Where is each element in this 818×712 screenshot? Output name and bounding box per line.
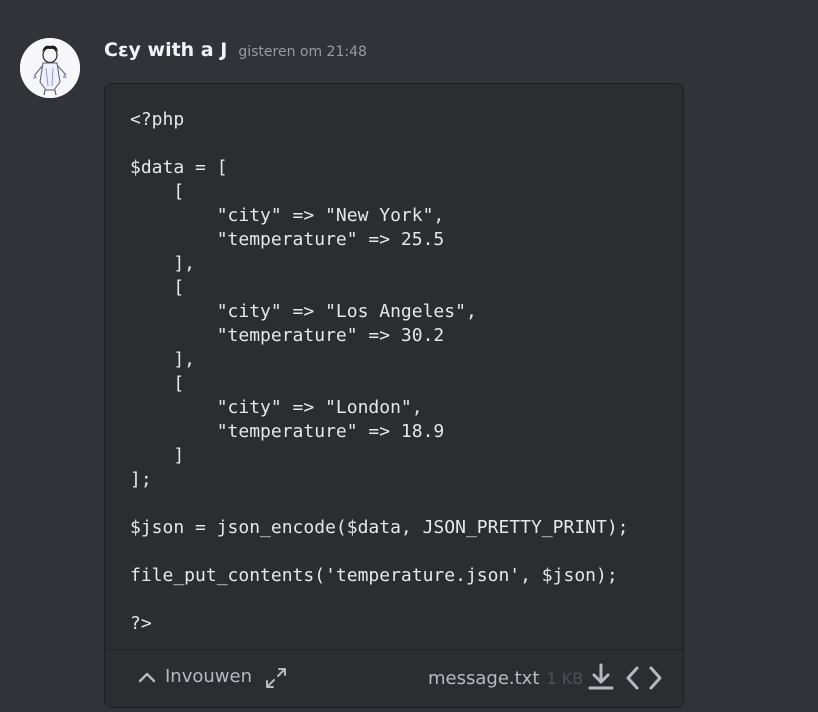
avatar[interactable]: [20, 38, 80, 98]
file-meta: message.txt 1 KB: [428, 668, 583, 689]
chat-message-view: Cεy with a J gisteren om 21:48 <?php $da…: [0, 0, 818, 712]
expand-arrows-icon[interactable]: [265, 667, 287, 689]
download-icon[interactable]: [587, 662, 615, 694]
file-name[interactable]: message.txt: [428, 668, 539, 689]
collapse-label: Invouwen: [165, 666, 252, 687]
file-attachment: <?php $data = [ [ "city" => "New York", …: [104, 83, 684, 708]
chevron-up-icon: [138, 672, 156, 682]
timestamp[interactable]: gisteren om 21:48: [238, 44, 367, 60]
collapse-button[interactable]: Invouwen: [137, 666, 252, 687]
code-preview[interactable]: <?php $data = [ [ "city" => "New York", …: [130, 108, 629, 636]
file-size: 1 KB: [546, 669, 584, 688]
code-brackets-icon[interactable]: [625, 664, 663, 692]
username[interactable]: Cεy with a J: [104, 39, 227, 61]
attachment-footer: Invouwen message.txt 1 KB: [105, 649, 683, 707]
message-header: Cεy with a J gisteren om 21:48: [104, 39, 367, 67]
avatar-sketch-icon: [20, 38, 80, 98]
